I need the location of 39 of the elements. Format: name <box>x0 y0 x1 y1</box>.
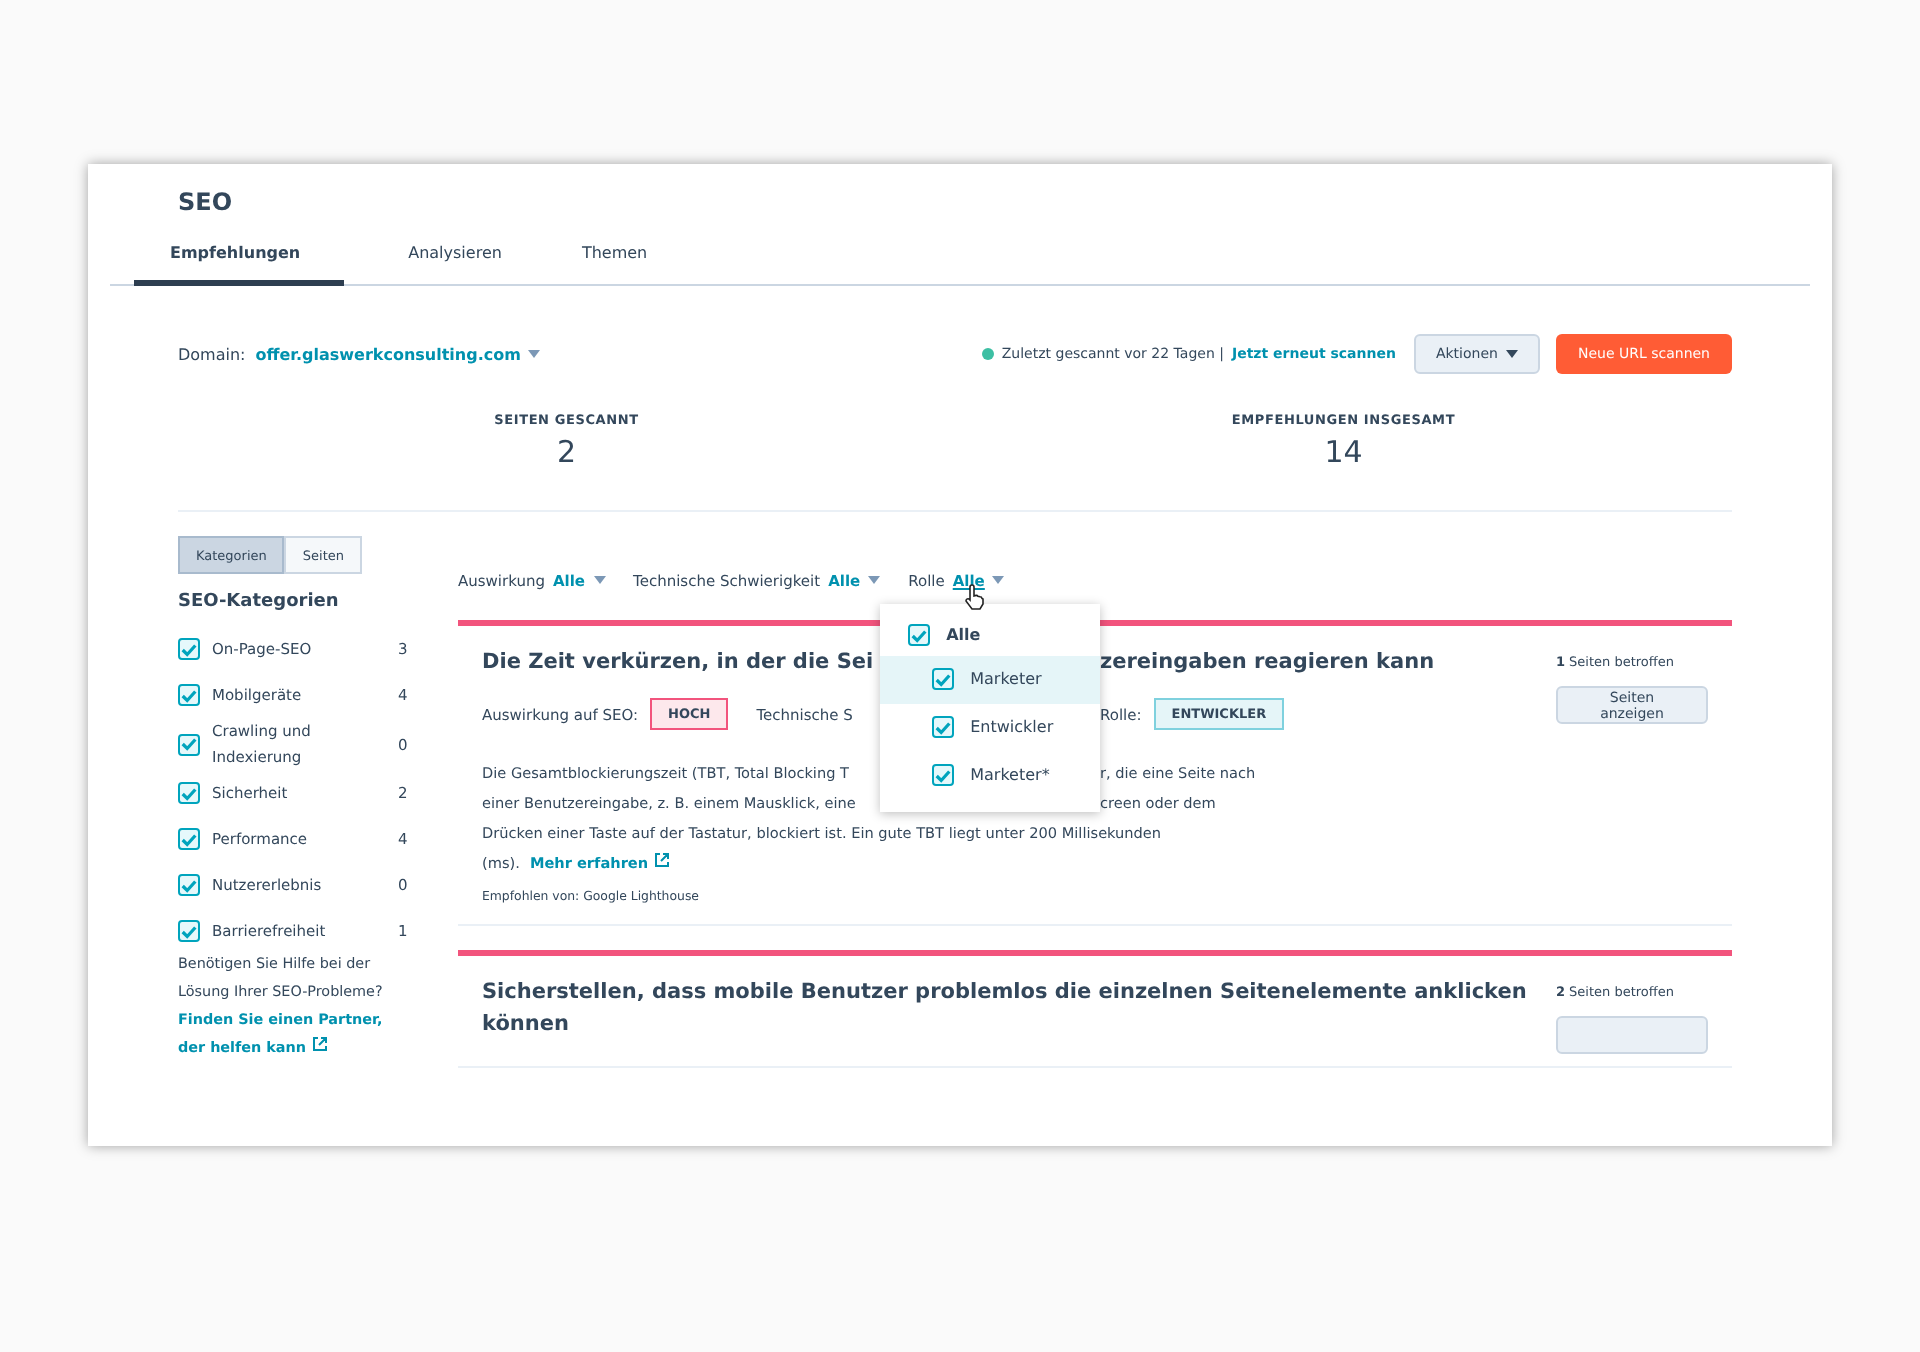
dropdown-item[interactable]: Alle <box>880 615 1101 655</box>
sidebar-heading: SEO-Kategorien <box>178 592 341 612</box>
recommendation-title: zereingaben reagieren kann <box>1100 648 1435 678</box>
caret-icon <box>528 350 541 358</box>
tab[interactable]: Analysieren <box>368 236 542 286</box>
caret-icon <box>1505 350 1518 358</box>
checkbox[interactable] <box>178 638 200 660</box>
stat-value: 14 <box>1324 434 1363 470</box>
external-link-icon <box>311 1036 328 1052</box>
option-label: Marketer <box>970 670 1042 688</box>
caret-icon <box>992 576 1005 584</box>
domain-label: Domain: <box>178 345 246 363</box>
checkbox[interactable] <box>178 733 200 755</box>
external-link-icon <box>653 852 670 868</box>
page-title: SEO <box>176 188 235 216</box>
caret-icon <box>593 576 606 584</box>
recommendation-title: Sicherstellen, dass mobile Benutzer problemlos die einzelnen Seitenelemente anklicken können <box>482 978 1529 1040</box>
tab[interactable]: Themen <box>541 236 688 286</box>
checkbox[interactable] <box>178 684 200 706</box>
caret-icon <box>868 576 881 584</box>
checkbox[interactable] <box>178 920 200 942</box>
domain-dropdown[interactable]: offer.glaswerkconsulting.com <box>255 345 541 363</box>
status-dot-icon <box>981 348 994 360</box>
checkbox[interactable] <box>178 828 200 850</box>
checkbox[interactable] <box>908 624 931 646</box>
checkbox[interactable] <box>178 874 200 896</box>
checkbox[interactable] <box>178 782 200 804</box>
dropdown-item[interactable]: Marketer <box>880 655 1101 703</box>
checkbox[interactable] <box>932 764 955 786</box>
option-label: Marketer* <box>970 766 1050 784</box>
stat-value: 2 <box>556 434 577 470</box>
tab[interactable]: Empfehlungen <box>134 236 345 286</box>
checkbox[interactable] <box>932 668 955 690</box>
option-label: Entwickler <box>970 718 1054 736</box>
dropdown-item[interactable]: Entwickler <box>880 703 1101 751</box>
checkbox[interactable] <box>932 716 955 738</box>
recommendation-title: Die Zeit verkürzen, in der die Sei <box>482 648 876 678</box>
dropdown-item[interactable]: Marketer* <box>880 751 1101 799</box>
option-label: Alle <box>946 626 981 644</box>
